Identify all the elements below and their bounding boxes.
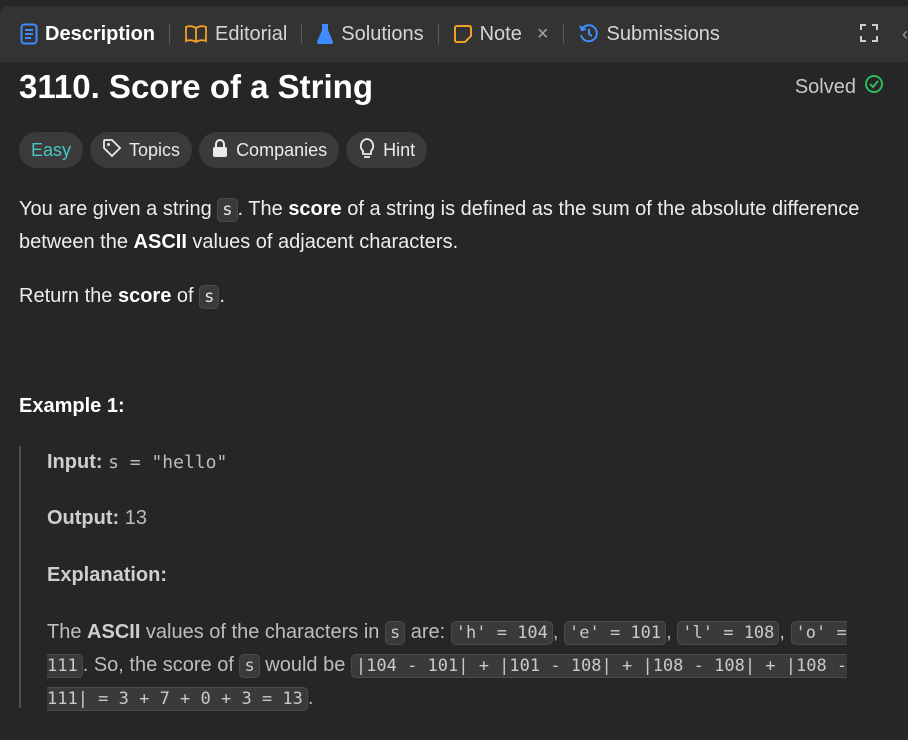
tab-label: Note — [479, 22, 522, 45]
note-icon — [453, 24, 473, 44]
return-paragraph: Return the score of s. — [19, 285, 225, 309]
flask-icon — [316, 23, 334, 45]
tab-description[interactable]: Description — [16, 14, 159, 54]
tab-label: Solutions — [341, 22, 424, 45]
example-explanation: The ASCII values of the characters in s … — [47, 621, 848, 711]
lock-icon — [211, 138, 229, 163]
hint-label: Hint — [383, 139, 416, 160]
expand-icon[interactable] — [860, 24, 878, 47]
tab-divider — [562, 24, 564, 44]
solved-status: Solved — [795, 74, 884, 100]
description-paragraph: You are given a string s. The score of a… — [19, 198, 860, 253]
tab-bar: Description Editorial Solutions Note × S… — [0, 6, 908, 62]
inline-code: s — [199, 285, 220, 309]
collapse-arrow-icon[interactable]: ‹ — [902, 24, 908, 45]
tab-note[interactable]: Note × — [449, 14, 553, 54]
tab-label: Editorial — [215, 22, 288, 45]
tab-submissions[interactable]: Submissions — [574, 14, 724, 54]
example-output: Output: 13 — [47, 507, 147, 529]
example-block: Input: s = "hello" Output: 13 Explanatio… — [19, 446, 894, 711]
book-icon — [184, 24, 208, 44]
tab-solutions[interactable]: Solutions — [312, 14, 427, 54]
solved-label: Solved — [794, 75, 856, 98]
inline-code: s — [217, 198, 238, 222]
difficulty-badge: Easy — [19, 132, 84, 168]
tag-icon — [102, 138, 122, 163]
hint-button[interactable]: Hint — [346, 132, 428, 168]
example-input: Input: s = "hello" — [47, 451, 228, 473]
example-title: Example 1: — [19, 395, 125, 417]
topics-label: Topics — [129, 139, 181, 160]
lightbulb-icon — [358, 137, 376, 164]
tab-label: Submissions — [606, 22, 720, 45]
document-icon — [20, 23, 38, 45]
problem-tags: Easy Topics Companies Hint — [19, 132, 428, 168]
check-circle-icon — [864, 74, 884, 100]
companies-label: Companies — [236, 139, 328, 160]
tab-divider — [437, 24, 439, 44]
problem-title: 3110. Score of a String — [19, 68, 373, 105]
tab-label: Description — [45, 22, 156, 45]
topics-button[interactable]: Topics — [90, 132, 193, 168]
tab-divider — [301, 24, 303, 44]
close-icon[interactable]: × — [537, 23, 549, 46]
example-explanation-label: Explanation: — [47, 564, 168, 586]
tab-editorial[interactable]: Editorial — [180, 14, 291, 54]
tab-divider — [169, 24, 171, 44]
companies-button[interactable]: Companies — [199, 132, 340, 168]
history-icon — [578, 23, 600, 45]
